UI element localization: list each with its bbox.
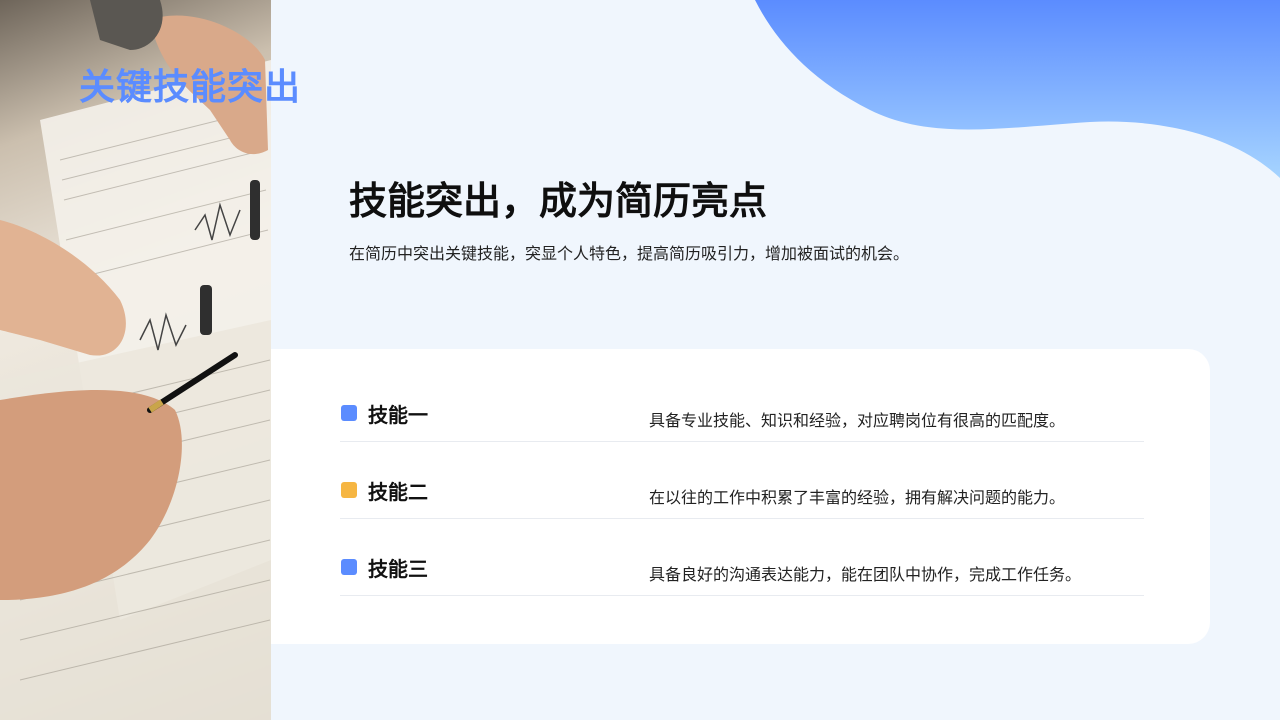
skill-description: 具备专业技能、知识和经验，对应聘岗位有很高的匹配度。 (649, 411, 1066, 430)
skill-name: 技能二 (368, 480, 428, 504)
bullet-square-icon (341, 405, 357, 421)
skill-row: 技能一 具备专业技能、知识和经验，对应聘岗位有很高的匹配度。 (340, 381, 1144, 442)
skill-name: 技能三 (368, 557, 428, 581)
skill-row: 技能二 在以往的工作中积累了丰富的经验，拥有解决问题的能力。 (340, 458, 1144, 519)
bullet-square-icon (341, 559, 357, 575)
skill-description: 在以往的工作中积累了丰富的经验，拥有解决问题的能力。 (649, 488, 1066, 507)
bullet-square-icon (341, 482, 357, 498)
headline: 技能突出，成为简历亮点 (349, 179, 768, 223)
page-title: 关键技能突出 (79, 67, 302, 108)
subtitle: 在简历中突出关键技能，突显个人特色，提高简历吸引力，增加被面试的机会。 (349, 244, 910, 263)
skill-row: 技能三 具备良好的沟通表达能力，能在团队中协作，完成工作任务。 (340, 535, 1144, 596)
skill-name: 技能一 (368, 403, 428, 427)
skill-description: 具备良好的沟通表达能力，能在团队中协作，完成工作任务。 (649, 565, 1082, 584)
